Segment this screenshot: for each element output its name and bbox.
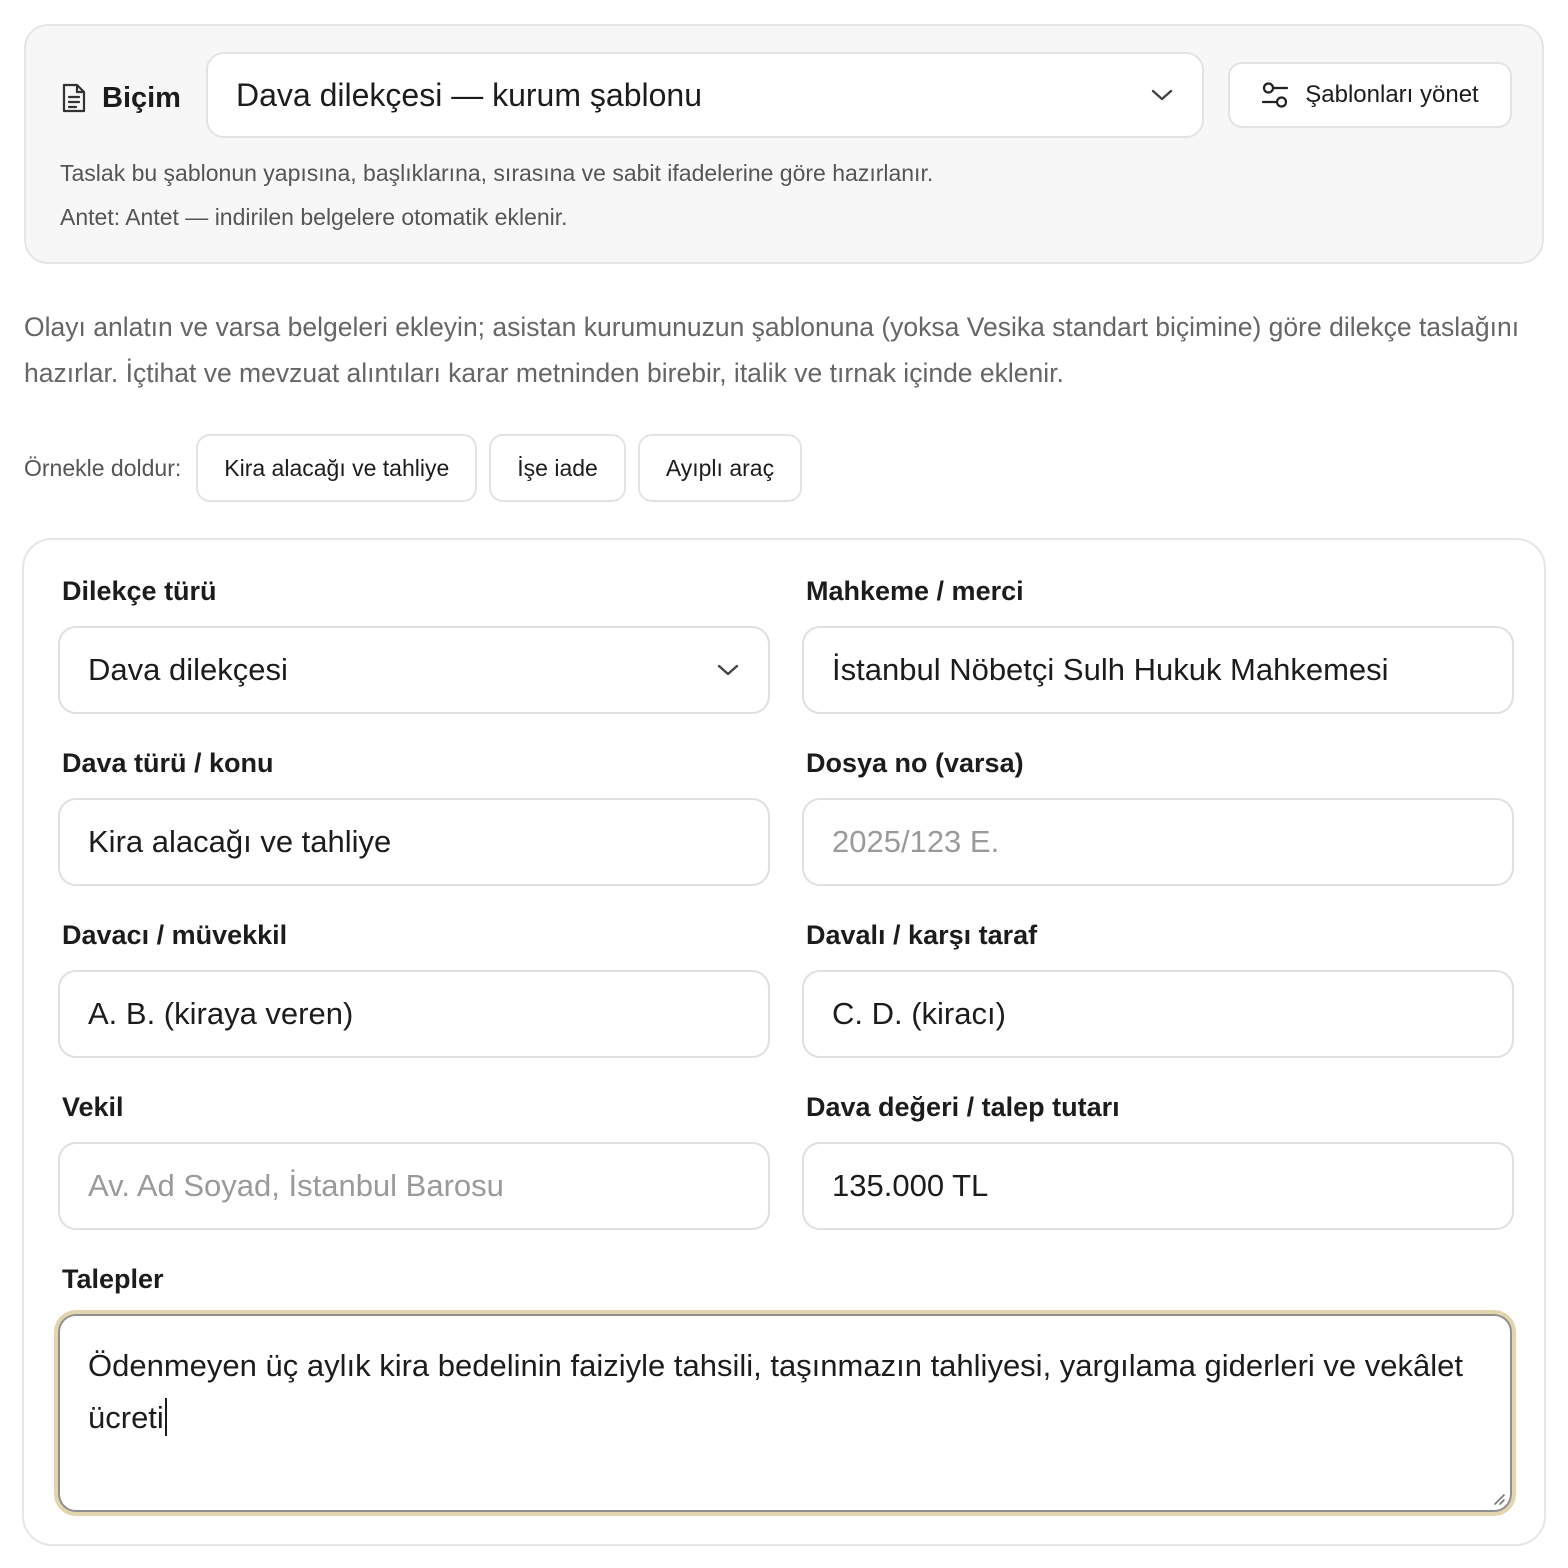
- manage-templates-button[interactable]: Şablonları yönet: [1228, 62, 1512, 128]
- defendant-label: Davalı / karşı taraf: [806, 920, 1038, 950]
- intro-text: Olayı anlatın ve varsa belgeleri ekleyin…: [24, 312, 1520, 388]
- file-no-input[interactable]: [802, 798, 1514, 886]
- text-caret: [164, 1398, 167, 1436]
- petition-type-label: Dilekçe türü: [62, 576, 217, 606]
- amount-input[interactable]: [802, 1142, 1514, 1230]
- sliders-icon: [1262, 82, 1289, 108]
- petition-type-value: Dava dilekçesi: [88, 652, 288, 687]
- defendant-input[interactable]: [802, 970, 1514, 1058]
- format-note-structure: Taslak bu şablonun yapısına, başlıkların…: [60, 160, 934, 186]
- attorney-input[interactable]: [58, 1142, 770, 1230]
- case-type-input[interactable]: [58, 798, 770, 886]
- format-label: Biçim: [60, 78, 181, 118]
- sample-chip-defective-car[interactable]: Ayıplı araç: [637, 434, 803, 502]
- petition-form: Dilekçe türü Dava dilekçesi Mahkeme / me…: [22, 538, 1546, 1546]
- attorney-label: Vekil: [62, 1092, 124, 1122]
- plaintiff-input[interactable]: [58, 970, 770, 1058]
- format-label-text: Biçim: [102, 81, 181, 114]
- template-select-value: Dava dilekçesi — kurum şablonu: [236, 76, 702, 113]
- requests-textarea[interactable]: Ödenmeyen üç aylık kira bedelinin faiziy…: [58, 1314, 1512, 1512]
- court-input[interactable]: [802, 626, 1514, 714]
- requests-text: Ödenmeyen üç aylık kira bedelinin faiziy…: [88, 1348, 1463, 1435]
- sample-fill-bar: Örnekle doldur: Kira alacağı ve tahliye …: [24, 434, 803, 502]
- sample-chip-rent[interactable]: Kira alacağı ve tahliye: [196, 434, 478, 502]
- sample-chip-reinstatement[interactable]: İşe iade: [489, 434, 626, 502]
- document-icon: [62, 83, 86, 113]
- requests-label: Talepler: [62, 1264, 164, 1294]
- amount-label: Dava değeri / talep tutarı: [806, 1092, 1120, 1122]
- chevron-down-icon: [1151, 89, 1173, 101]
- sample-fill-label: Örnekle doldur:: [24, 454, 182, 481]
- file-no-label: Dosya no (varsa): [806, 748, 1024, 778]
- resize-handle-icon[interactable]: [1490, 1490, 1506, 1506]
- manage-templates-label: Şablonları yönet: [1305, 81, 1479, 108]
- petition-type-select[interactable]: Dava dilekçesi: [58, 626, 770, 714]
- requests-focus-ring: Ödenmeyen üç aylık kira bedelinin faiziy…: [54, 1310, 1516, 1516]
- template-select[interactable]: Dava dilekçesi — kurum şablonu: [206, 52, 1204, 138]
- court-label: Mahkeme / merci: [806, 576, 1024, 606]
- chevron-down-icon: [717, 664, 739, 676]
- format-panel: Biçim Dava dilekçesi — kurum şablonu Şab…: [24, 24, 1544, 264]
- plaintiff-label: Davacı / müvekkil: [62, 920, 288, 950]
- case-type-label: Dava türü / konu: [62, 748, 274, 778]
- format-note-letterhead: Antet: Antet — indirilen belgelere otoma…: [60, 204, 568, 230]
